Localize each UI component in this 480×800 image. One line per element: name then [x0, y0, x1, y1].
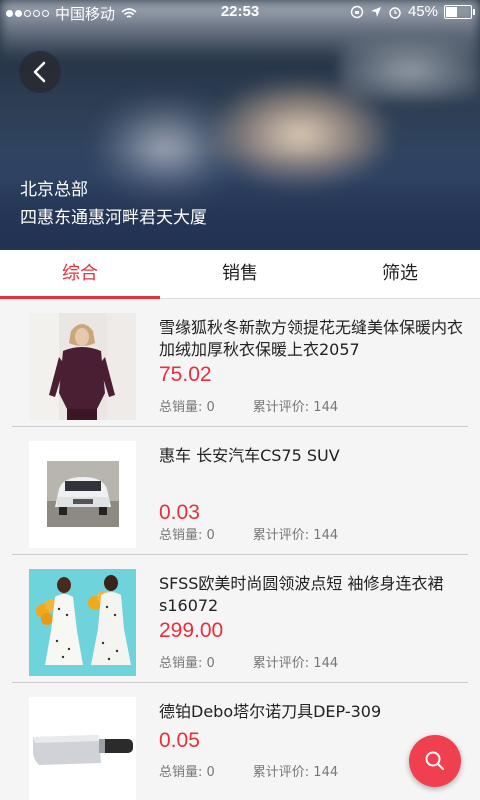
- banner-blur: [340, 40, 480, 100]
- product-title: SFSS欧美时尚圆领波点短 袖修身连衣裙s16072: [159, 574, 444, 615]
- product-price: 75.02: [159, 363, 212, 386]
- product-item[interactable]: SFSS欧美时尚圆领波点短 袖修身连衣裙s16072 299.00 总销量: 0…: [12, 555, 468, 683]
- sort-tabs: 综合 销售 筛选: [0, 250, 480, 299]
- product-item[interactable]: 雪缘狐秋冬新款方领提花无缝美体保暖内衣加绒加厚秋衣保暖上衣2057 75.02 …: [12, 299, 468, 427]
- product-price: 0.05: [159, 729, 200, 752]
- product-item[interactable]: 惠车 长安汽车CS75 SUV 0.03 总销量: 0 累计评价: 144: [12, 427, 468, 555]
- total-sales: 总销量: 0: [159, 400, 215, 415]
- product-price: 0.03: [159, 501, 200, 524]
- total-reviews: 累计评价: 144: [252, 528, 339, 543]
- product-list: 雪缘狐秋冬新款方领提花无缝美体保暖内衣加绒加厚秋衣保暖上衣2057 75.02 …: [0, 299, 480, 800]
- tab-sales[interactable]: 销售: [160, 250, 320, 298]
- store-address: 四惠东通惠河畔君天大厦: [20, 208, 207, 228]
- tab-overall[interactable]: 综合: [0, 250, 160, 299]
- total-reviews: 累计评价: 144: [252, 400, 339, 415]
- rotation-lock-icon: [350, 5, 364, 18]
- battery-percent: 45%: [407, 3, 438, 20]
- status-bar: 中国移动 22:53 45%: [0, 0, 480, 24]
- total-reviews: 累计评价: 144: [252, 765, 339, 780]
- total-sales: 总销量: 0: [159, 765, 215, 780]
- battery-icon: [444, 4, 475, 19]
- battery-fill: [446, 6, 457, 17]
- location-arrow-icon: [370, 6, 381, 17]
- product-title: 德铂Debo塔尔诺刀具DEP-309: [159, 702, 382, 721]
- knife-photo: [29, 697, 136, 800]
- search-button[interactable]: [409, 735, 461, 787]
- total-sales: 总销量: 0: [159, 656, 215, 671]
- total-sales: 总销量: 0: [159, 528, 215, 543]
- product-title: 惠车 长安汽车CS75 SUV: [159, 446, 340, 465]
- total-reviews: 累计评价: 144: [252, 656, 339, 671]
- product-price: 299.00: [159, 619, 224, 642]
- dress-photo: [29, 569, 136, 676]
- banner-shade: [0, 150, 480, 250]
- store-header-banner: 中国移动 22:53 45% 北京总部 四惠东通惠河畔君天大厦: [0, 0, 480, 250]
- product-item[interactable]: 德铂Debo塔尔诺刀具DEP-309 0.05 总销量: 0 累计评价: 144: [12, 683, 468, 800]
- car-photo: [29, 441, 136, 548]
- tab-filter[interactable]: 筛选: [320, 250, 480, 298]
- sweater-photo: [29, 313, 136, 420]
- store-name: 北京总部: [20, 180, 88, 200]
- search-icon: [425, 751, 445, 771]
- alarm-icon: [389, 6, 401, 19]
- back-button[interactable]: [19, 51, 61, 93]
- chevron-left-icon: [33, 61, 46, 83]
- product-title: 雪缘狐秋冬新款方领提花无缝美体保暖内衣加绒加厚秋衣保暖上衣2057: [159, 318, 464, 359]
